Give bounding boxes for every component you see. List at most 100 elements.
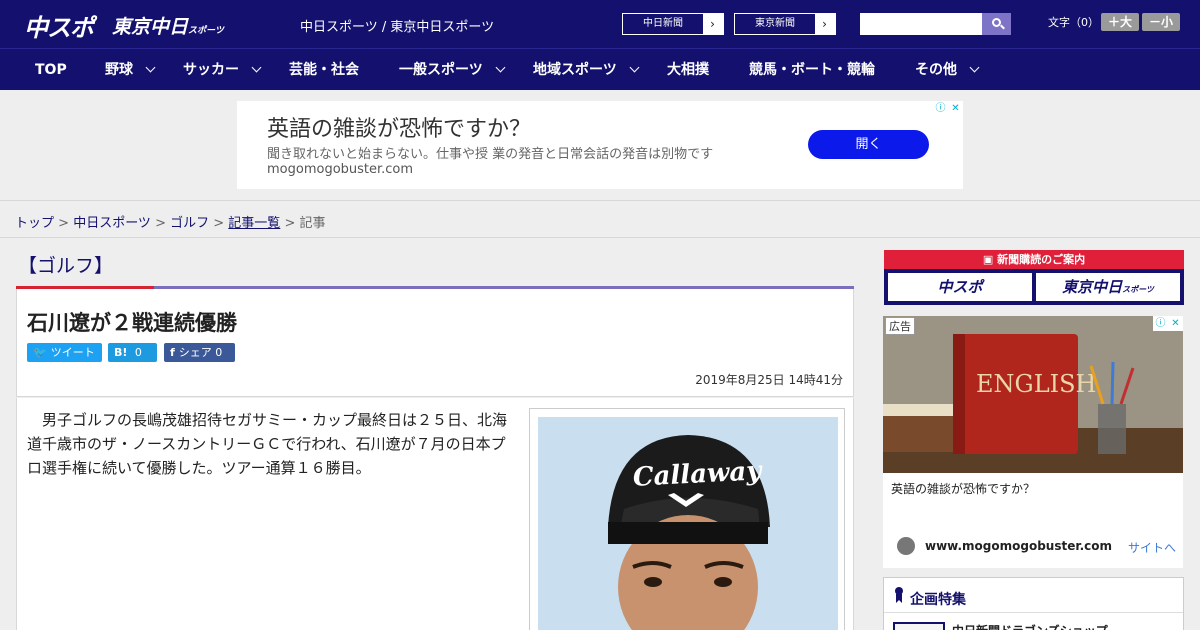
breadcrumb-golf[interactable]: ゴルフ — [170, 216, 209, 231]
feature-thumbnail[interactable] — [893, 622, 945, 630]
article-date: 2019年8月25日 14時41分 — [695, 373, 843, 387]
nav-item-other[interactable]: その他 — [915, 49, 980, 91]
feature-heading: 企画特集 — [884, 578, 1183, 613]
chevron-right-icon: › — [710, 17, 715, 31]
sub-logo-tokyo-text: 東京中日 — [1062, 278, 1123, 296]
subscription-box: ▣ 新聞購読のご案内 中スポ 東京中日スポーツ — [884, 250, 1184, 305]
subscription-title: 新聞購読のご案内 — [997, 253, 1086, 266]
sidebar-ad-domain: www.mogomogobuster.com — [925, 539, 1112, 553]
nav-item-top[interactable]: TOP — [35, 49, 67, 91]
tokyo-logo-text: 東京中日 — [112, 16, 189, 38]
nav-label: サッカー — [183, 62, 239, 78]
ad-description: 聞き取れないと始まらない。仕事や授 業の発音と日常会話の発音は別物です — [267, 147, 714, 162]
breadcrumb-bar: トップ > 中日スポーツ > ゴルフ > 記事一覧 > 記事 — [0, 200, 1200, 238]
globe-icon — [897, 537, 915, 555]
chevron-right-icon: › — [822, 17, 827, 31]
nav-label: 競馬・ボート・競輪 — [749, 62, 875, 78]
subscription-heading: ▣ 新聞購読のご案内 — [884, 250, 1184, 269]
font-size-label: 文字（0） — [1048, 16, 1099, 29]
font-smaller-button[interactable]: －小 — [1142, 13, 1180, 31]
ad-open-button[interactable]: 開く — [808, 130, 929, 159]
tweet-label: ツイート — [50, 346, 95, 359]
tokyo-logo-suffix: スポーツ — [188, 26, 224, 36]
article-header: 石川遼が２戦連続優勝 🐦 ツイート B! 0 f シェア 0 2019年8月25日 … — [16, 289, 854, 397]
nav-label: 一般スポーツ — [399, 62, 483, 78]
twitter-bird-icon: 🐦 — [33, 346, 47, 359]
top-ad-banner[interactable]: 英語の雑談が恐怖ですか？ 聞き取れないと始まらない。仕事や授 業の発音と日常会話… — [237, 101, 963, 189]
feature-item[interactable]: 中日新聞ドラゴンズショップ — [952, 622, 1108, 630]
chevron-down-icon — [495, 62, 506, 73]
ad-choices: ⓘ ✕ — [933, 101, 963, 116]
feature-title: 企画特集 — [910, 592, 966, 608]
sidebar-ad-image: ENGLISH — [883, 316, 1183, 473]
search-button[interactable] — [982, 13, 1011, 35]
chuspo-logo[interactable]: 中スポ — [24, 8, 94, 43]
top-header: 中スポ 東京中日スポーツ 中日スポーツ / 東京中日スポーツ 中日新聞 › 東京… — [0, 0, 1200, 48]
nav-label: 芸能・社会 — [289, 62, 359, 78]
nav-item-entertainment[interactable]: 芸能・社会 — [289, 49, 359, 91]
article-body: 男子ゴルフの長嶋茂雄招待セガサミー・カップ最終日は２５日、北海道千歳市のザ・ノー… — [16, 398, 854, 630]
nav-item-local-sports[interactable]: 地域スポーツ — [533, 49, 640, 91]
search-input[interactable] — [860, 13, 982, 35]
tokyo-shimbun-link[interactable]: 東京新聞 › — [734, 13, 836, 35]
sidebar-ad-choices: ⓘ ✕ — [1153, 316, 1183, 331]
tokyo-chunichi-logo[interactable]: 東京中日スポーツ — [112, 12, 224, 39]
sub-logo-tokyo-suffix: スポーツ — [1122, 285, 1154, 294]
article-headline: 石川遼が２戦連続優勝 — [27, 311, 237, 335]
feature-box: 企画特集 中日新聞ドラゴンズショップ — [883, 577, 1184, 630]
chunichi-shimbun-link[interactable]: 中日新聞 › — [622, 13, 724, 35]
close-icon[interactable]: ✕ — [948, 101, 963, 116]
chevron-down-icon — [251, 62, 262, 73]
chevron-down-icon — [969, 62, 980, 73]
nav-item-racing[interactable]: 競馬・ボート・競輪 — [749, 49, 875, 91]
hatena-bookmark-icon: B! — [114, 346, 128, 359]
chunichi-shimbun-label: 中日新聞 — [623, 14, 703, 34]
ribbon-icon — [895, 587, 903, 603]
nav-label: 野球 — [105, 62, 133, 78]
breadcrumb-separator: > — [280, 216, 300, 231]
font-larger-button[interactable]: ＋大 — [1101, 13, 1139, 31]
article-photo[interactable]: Callaway — [538, 417, 838, 630]
nav-label: 地域スポーツ — [533, 62, 617, 78]
nav-item-sumo[interactable]: 大相撲 — [667, 49, 709, 91]
tweet-button[interactable]: 🐦 ツイート — [27, 343, 102, 362]
nav-item-general-sports[interactable]: 一般スポーツ — [399, 49, 506, 91]
nav-item-baseball[interactable]: 野球 — [105, 49, 156, 91]
breadcrumb-separator: > — [54, 216, 74, 231]
ad-image-text: ENGLISH — [976, 370, 1096, 398]
breadcrumb: トップ > 中日スポーツ > ゴルフ > 記事一覧 > 記事 — [15, 212, 326, 231]
facebook-share-button[interactable]: f シェア 0 — [164, 343, 235, 362]
subscribe-chuspo-link[interactable]: 中スポ — [888, 273, 1032, 301]
golfer-portrait-image: Callaway — [538, 417, 838, 630]
tokyo-shimbun-label: 東京新聞 — [735, 14, 815, 34]
breadcrumb-separator: > — [150, 216, 171, 231]
breadcrumb-current: 記事 — [299, 216, 326, 231]
nav-label: 大相撲 — [667, 62, 709, 78]
chevron-down-icon — [629, 62, 640, 73]
nav-label: その他 — [915, 62, 957, 78]
sidebar-ad-title: 英語の雑談が恐怖ですか？ — [891, 482, 1036, 496]
breadcrumb-separator: > — [209, 216, 229, 231]
facebook-icon: f — [170, 346, 175, 359]
facebook-count: 0 — [215, 346, 223, 359]
article-photo-frame: Callaway — [529, 408, 845, 630]
close-icon[interactable]: ✕ — [1168, 316, 1183, 331]
breadcrumb-chunichi-sports[interactable]: 中日スポーツ — [73, 216, 151, 231]
subscribe-tokyo-chunichi-link[interactable]: 東京中日スポーツ — [1036, 273, 1180, 301]
hatena-count: 0 — [134, 346, 142, 359]
ad-domain: mogomogobuster.com — [267, 162, 414, 177]
chevron-down-icon — [145, 62, 156, 73]
ad-info-icon[interactable]: ⓘ — [1153, 316, 1168, 331]
main-nav: TOP 野球 サッカー 芸能・社会 一般スポーツ 地域スポーツ 大相撲 競馬・ボ… — [0, 48, 1200, 90]
facebook-share-label: シェア — [178, 346, 212, 359]
breadcrumb-article-list[interactable]: 記事一覧 — [228, 216, 280, 231]
sidebar-ad-site-link[interactable]: サイトへ — [1128, 539, 1176, 556]
nav-item-soccer[interactable]: サッカー — [183, 49, 262, 91]
site-names: 中日スポーツ / 東京中日スポーツ — [300, 20, 495, 35]
ad-label: 広告 — [885, 317, 915, 335]
breadcrumb-top[interactable]: トップ — [15, 216, 54, 231]
article-text: 男子ゴルフの長嶋茂雄招待セガサミー・カップ最終日は２５日、北海道千歳市のザ・ノー… — [27, 411, 508, 477]
hatena-bookmark-button[interactable]: B! 0 — [108, 343, 157, 362]
sidebar-ad[interactable]: ENGLISH 広告 ⓘ ✕ 英語の雑談が恐怖ですか？ www.mogomogo… — [883, 316, 1183, 568]
ad-info-icon[interactable]: ⓘ — [933, 101, 948, 116]
